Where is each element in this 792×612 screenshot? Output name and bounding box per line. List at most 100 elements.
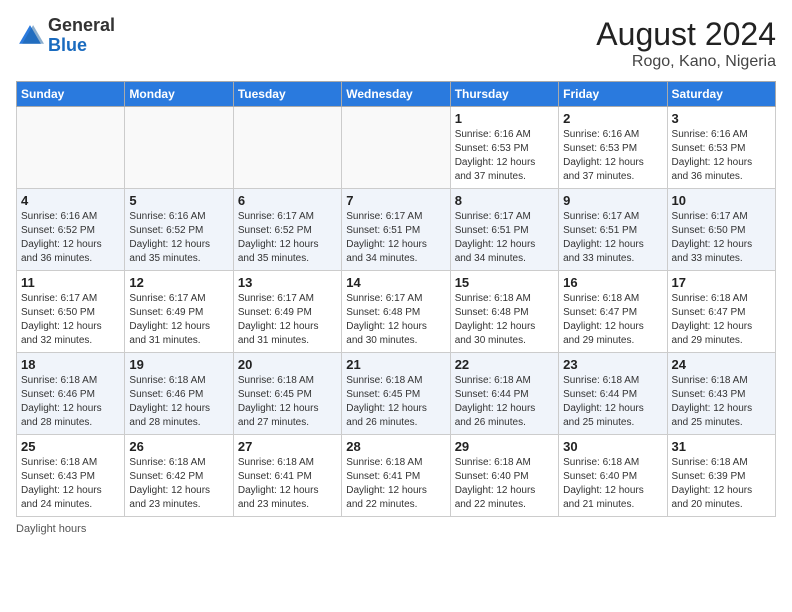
day-info: Sunrise: 6:18 AMSunset: 6:41 PMDaylight:…: [238, 456, 337, 512]
calendar-cell: [17, 107, 125, 189]
day-info: Sunrise: 6:18 AMSunset: 6:39 PMDaylight:…: [672, 456, 771, 512]
day-number: 27: [238, 439, 337, 454]
day-number: 23: [563, 357, 662, 372]
calendar-cell: 12 Sunrise: 6:17 AMSunset: 6:49 PMDayligh…: [125, 271, 233, 353]
day-info: Sunrise: 6:16 AMSunset: 6:53 PMDaylight:…: [563, 128, 662, 184]
calendar-cell: 28Sunrise: 6:18 AMSunset: 6:41 PMDayligh…: [342, 435, 450, 517]
calendar-cell: 18 Sunrise: 6:18 AMSunset: 6:46 PMDayligh…: [17, 353, 125, 435]
day-number: 14: [346, 275, 445, 290]
day-number: 2: [563, 111, 662, 126]
day-number: 12: [129, 275, 228, 290]
calendar-cell: 20 Sunrise: 6:18 AMSunset: 6:45 PMDayligh…: [233, 353, 341, 435]
day-info: Sunrise: 6:17 AMSunset: 6:51 PMDaylight:…: [455, 210, 554, 266]
col-header-wednesday: Wednesday: [342, 82, 450, 107]
calendar-cell: 15 Sunrise: 6:18 AMSunset: 6:48 PMDayligh…: [450, 271, 558, 353]
calendar-cell: 8Sunrise: 6:17 AMSunset: 6:51 PMDaylight…: [450, 189, 558, 271]
day-number: 24: [672, 357, 771, 372]
day-info: Sunrise: 6:18 AMSunset: 6:44 PMDaylight:…: [563, 374, 662, 430]
calendar-week-row: 25 Sunrise: 6:18 AMSunset: 6:43 PMDayligh…: [17, 435, 776, 517]
day-number: 5: [129, 193, 228, 208]
day-info: Sunrise: 6:17 AMSunset: 6:49 PMDaylight:…: [129, 292, 228, 348]
day-number: 21: [346, 357, 445, 372]
logo: General Blue: [16, 16, 115, 56]
calendar-cell: [125, 107, 233, 189]
day-info: Sunrise: 6:18 AMSunset: 6:40 PMDaylight:…: [563, 456, 662, 512]
day-info: Sunrise: 6:18 AMSunset: 6:43 PMDaylight:…: [672, 374, 771, 430]
calendar-cell: 13 Sunrise: 6:17 AMSunset: 6:49 PMDayligh…: [233, 271, 341, 353]
day-info: Sunrise: 6:17 AMSunset: 6:48 PMDaylight:…: [346, 292, 445, 348]
day-number: 3: [672, 111, 771, 126]
calendar-cell: 6Sunrise: 6:17 AMSunset: 6:52 PMDaylight…: [233, 189, 341, 271]
day-number: 18: [21, 357, 120, 372]
calendar-cell: 23 Sunrise: 6:18 AMSunset: 6:44 PMDayligh…: [559, 353, 667, 435]
day-number: 4: [21, 193, 120, 208]
calendar-cell: 21 Sunrise: 6:18 AMSunset: 6:45 PMDayligh…: [342, 353, 450, 435]
day-number: 25: [21, 439, 120, 454]
day-number: 11: [21, 275, 120, 290]
calendar-cell: [233, 107, 341, 189]
day-info: Sunrise: 6:17 AMSunset: 6:51 PMDaylight:…: [346, 210, 445, 266]
daylight-label: Daylight hours: [16, 523, 86, 535]
day-number: 13: [238, 275, 337, 290]
day-number: 16: [563, 275, 662, 290]
day-number: 20: [238, 357, 337, 372]
calendar-cell: 26Sunrise: 6:18 AMSunset: 6:42 PMDayligh…: [125, 435, 233, 517]
col-header-friday: Friday: [559, 82, 667, 107]
location: Rogo, Kano, Nigeria: [596, 53, 776, 71]
day-number: 7: [346, 193, 445, 208]
day-info: Sunrise: 6:18 AMSunset: 6:46 PMDaylight:…: [129, 374, 228, 430]
calendar-week-row: 18 Sunrise: 6:18 AMSunset: 6:46 PMDayligh…: [17, 353, 776, 435]
calendar-cell: 27 Sunrise: 6:18 AMSunset: 6:41 PMDayligh…: [233, 435, 341, 517]
day-number: 9: [563, 193, 662, 208]
logo-text: General Blue: [48, 16, 115, 56]
day-info: Sunrise: 6:16 AMSunset: 6:53 PMDaylight:…: [672, 128, 771, 184]
day-info: Sunrise: 6:17 AMSunset: 6:49 PMDaylight:…: [238, 292, 337, 348]
footer: Daylight hours: [16, 523, 776, 535]
day-info: Sunrise: 6:18 AMSunset: 6:47 PMDaylight:…: [563, 292, 662, 348]
day-number: 15: [455, 275, 554, 290]
col-header-tuesday: Tuesday: [233, 82, 341, 107]
day-number: 19: [129, 357, 228, 372]
day-number: 10: [672, 193, 771, 208]
day-info: Sunrise: 6:18 AMSunset: 6:48 PMDaylight:…: [455, 292, 554, 348]
calendar-cell: 29 Sunrise: 6:18 AMSunset: 6:40 PMDayligh…: [450, 435, 558, 517]
day-info: Sunrise: 6:18 AMSunset: 6:40 PMDaylight:…: [455, 456, 554, 512]
day-info: Sunrise: 6:18 AMSunset: 6:45 PMDaylight:…: [346, 374, 445, 430]
day-info: Sunrise: 6:16 AMSunset: 6:52 PMDaylight:…: [129, 210, 228, 266]
calendar-cell: 16 Sunrise: 6:18 AMSunset: 6:47 PMDayligh…: [559, 271, 667, 353]
calendar-week-row: 11Sunrise: 6:17 AMSunset: 6:50 PMDayligh…: [17, 271, 776, 353]
col-header-monday: Monday: [125, 82, 233, 107]
month-year: August 2024: [596, 16, 776, 53]
day-info: Sunrise: 6:17 AMSunset: 6:51 PMDaylight:…: [563, 210, 662, 266]
day-info: Sunrise: 6:18 AMSunset: 6:43 PMDaylight:…: [21, 456, 120, 512]
day-info: Sunrise: 6:18 AMSunset: 6:45 PMDaylight:…: [238, 374, 337, 430]
day-number: 6: [238, 193, 337, 208]
day-info: Sunrise: 6:18 AMSunset: 6:46 PMDaylight:…: [21, 374, 120, 430]
day-number: 30: [563, 439, 662, 454]
day-info: Sunrise: 6:18 AMSunset: 6:42 PMDaylight:…: [129, 456, 228, 512]
calendar-table: SundayMondayTuesdayWednesdayThursdayFrid…: [16, 81, 776, 517]
title-section: August 2024 Rogo, Kano, Nigeria: [596, 16, 776, 71]
calendar-header-row: SundayMondayTuesdayWednesdayThursdayFrid…: [17, 82, 776, 107]
day-info: Sunrise: 6:16 AMSunset: 6:52 PMDaylight:…: [21, 210, 120, 266]
calendar-cell: 31 Sunrise: 6:18 AMSunset: 6:39 PMDayligh…: [667, 435, 775, 517]
day-number: 28: [346, 439, 445, 454]
calendar-cell: 11Sunrise: 6:17 AMSunset: 6:50 PMDayligh…: [17, 271, 125, 353]
day-number: 22: [455, 357, 554, 372]
logo-icon: [16, 22, 44, 50]
day-number: 31: [672, 439, 771, 454]
calendar-cell: 17Sunrise: 6:18 AMSunset: 6:47 PMDayligh…: [667, 271, 775, 353]
day-info: Sunrise: 6:17 AMSunset: 6:50 PMDaylight:…: [672, 210, 771, 266]
calendar-cell: 25 Sunrise: 6:18 AMSunset: 6:43 PMDayligh…: [17, 435, 125, 517]
page-header: General Blue August 2024 Rogo, Kano, Nig…: [16, 16, 776, 71]
day-info: Sunrise: 6:16 AMSunset: 6:53 PMDaylight:…: [455, 128, 554, 184]
calendar-cell: 9 Sunrise: 6:17 AMSunset: 6:51 PMDaylight…: [559, 189, 667, 271]
col-header-saturday: Saturday: [667, 82, 775, 107]
calendar-week-row: 1Sunrise: 6:16 AMSunset: 6:53 PMDaylight…: [17, 107, 776, 189]
calendar-cell: 14 Sunrise: 6:17 AMSunset: 6:48 PMDayligh…: [342, 271, 450, 353]
day-info: Sunrise: 6:18 AMSunset: 6:44 PMDaylight:…: [455, 374, 554, 430]
calendar-cell: 24 Sunrise: 6:18 AMSunset: 6:43 PMDayligh…: [667, 353, 775, 435]
day-number: 29: [455, 439, 554, 454]
day-info: Sunrise: 6:18 AMSunset: 6:47 PMDaylight:…: [672, 292, 771, 348]
calendar-cell: 30 Sunrise: 6:18 AMSunset: 6:40 PMDayligh…: [559, 435, 667, 517]
